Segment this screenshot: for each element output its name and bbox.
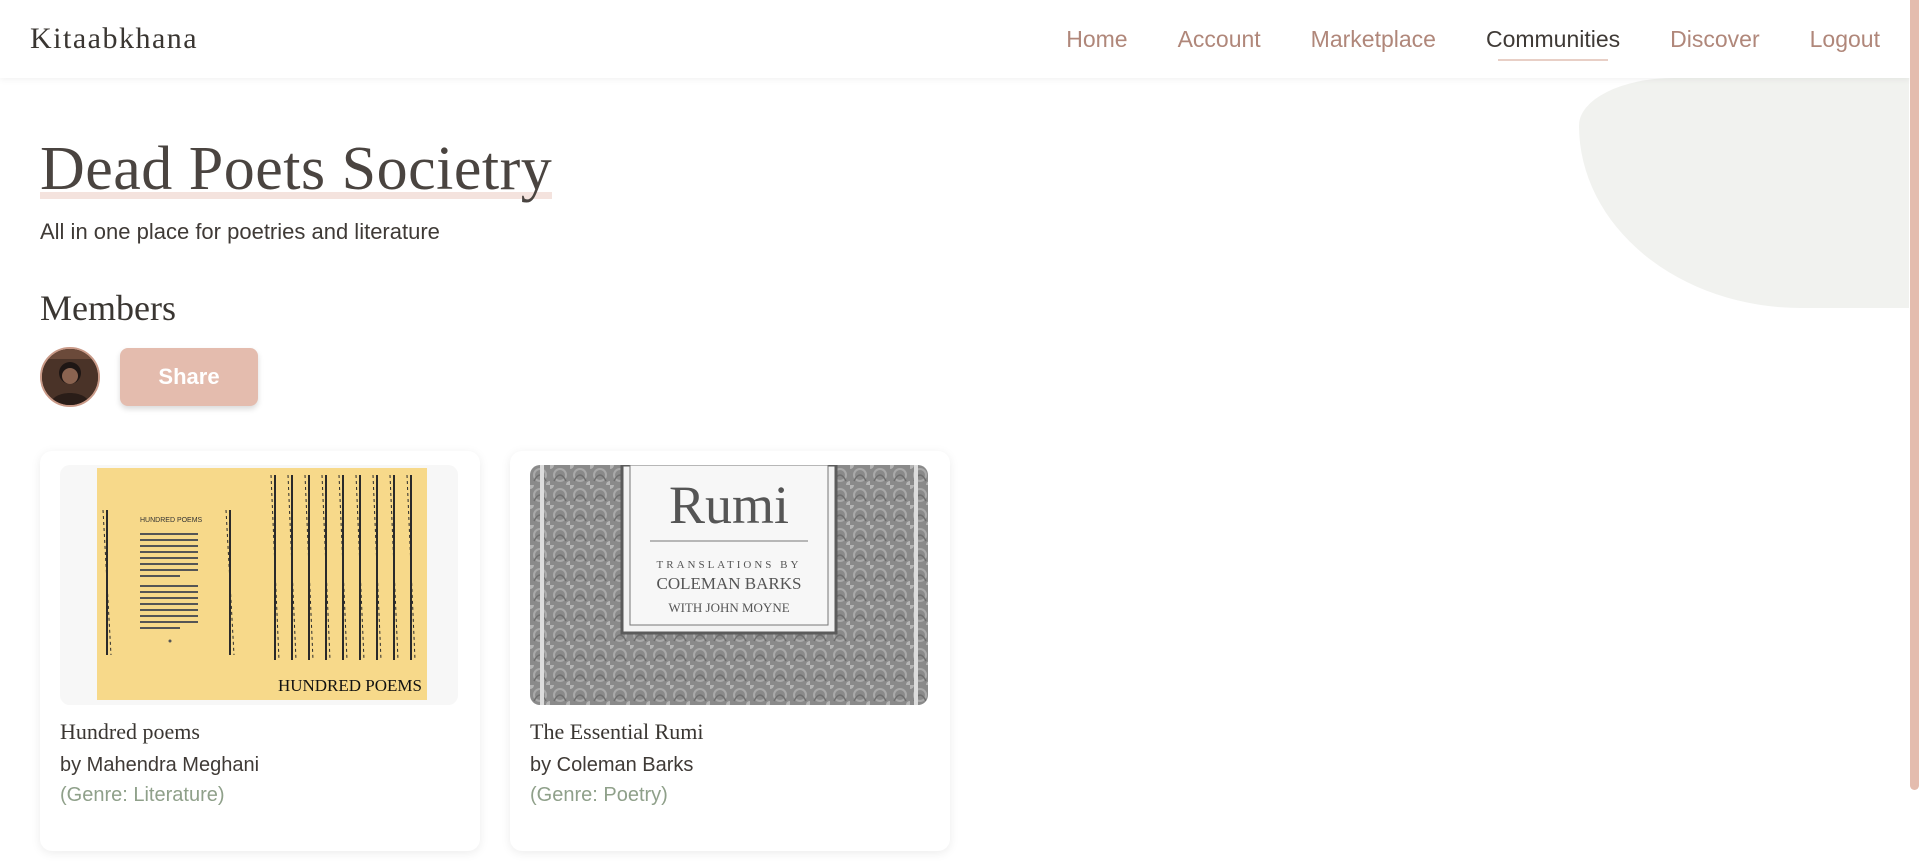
community-page: Dead Poets Societry All in one place for…	[40, 78, 1899, 851]
book-author: by Mahendra Meghani	[60, 754, 260, 776]
book-cover: HUNDRED POEMS HUNDRED POEMS	[60, 465, 458, 705]
member-avatar[interactable]	[40, 347, 100, 407]
book-genre: (Genre: Poetry)	[530, 784, 668, 806]
book-author: by Coleman Barks	[530, 754, 694, 776]
hundred-poems-cover: HUNDRED POEMS HUNDRED POEMS	[60, 465, 458, 705]
cover-heading: HUNDRED POEMS	[140, 517, 203, 524]
cover-line2: COLEMAN BARKS	[657, 574, 802, 593]
community-title: Dead Poets Societry	[40, 135, 553, 203]
book-title[interactable]: Hundred poems	[60, 719, 200, 745]
nav-marketplace[interactable]: Marketplace	[1311, 20, 1436, 59]
book-card[interactable]: HUNDRED POEMS HUNDRED POEMS Hundred poem…	[40, 451, 480, 851]
rumi-cover: Rumi TRANSLATIONS BY COLEMAN BARKS WITH …	[530, 465, 928, 705]
book-genre: (Genre: Literature)	[60, 784, 225, 806]
book-title[interactable]: The Essential Rumi	[530, 719, 704, 745]
cover-footer: HUNDRED POEMS	[278, 676, 422, 695]
share-button[interactable]: Share	[120, 348, 258, 406]
cover-line1: TRANSLATIONS BY	[657, 559, 802, 571]
cover-title: Rumi	[669, 475, 789, 535]
scrollbar-thumb[interactable]	[1910, 0, 1919, 790]
members-row: Share	[40, 347, 1899, 407]
top-navbar: Kitaabkhana Home Account Marketplace Com…	[0, 0, 1910, 78]
nav-account[interactable]: Account	[1178, 20, 1261, 59]
book-card[interactable]: Rumi TRANSLATIONS BY COLEMAN BARKS WITH …	[510, 451, 950, 851]
main-nav: Home Account Marketplace Communities Dis…	[1016, 20, 1880, 61]
members-heading: Members	[40, 288, 176, 328]
community-subtitle: All in one place for poetries and litera…	[40, 219, 440, 244]
brand-logo[interactable]: Kitaabkhana	[30, 22, 198, 56]
nav-discover[interactable]: Discover	[1670, 20, 1759, 59]
book-cover: Rumi TRANSLATIONS BY COLEMAN BARKS WITH …	[530, 465, 928, 705]
nav-home[interactable]: Home	[1066, 20, 1127, 59]
nav-logout[interactable]: Logout	[1810, 20, 1880, 59]
cover-line3: WITH JOHN MOYNE	[668, 600, 789, 615]
nav-communities[interactable]: Communities	[1486, 20, 1620, 61]
book-list: HUNDRED POEMS HUNDRED POEMS Hundred poem…	[40, 451, 1899, 851]
avatar-photo	[42, 349, 98, 405]
